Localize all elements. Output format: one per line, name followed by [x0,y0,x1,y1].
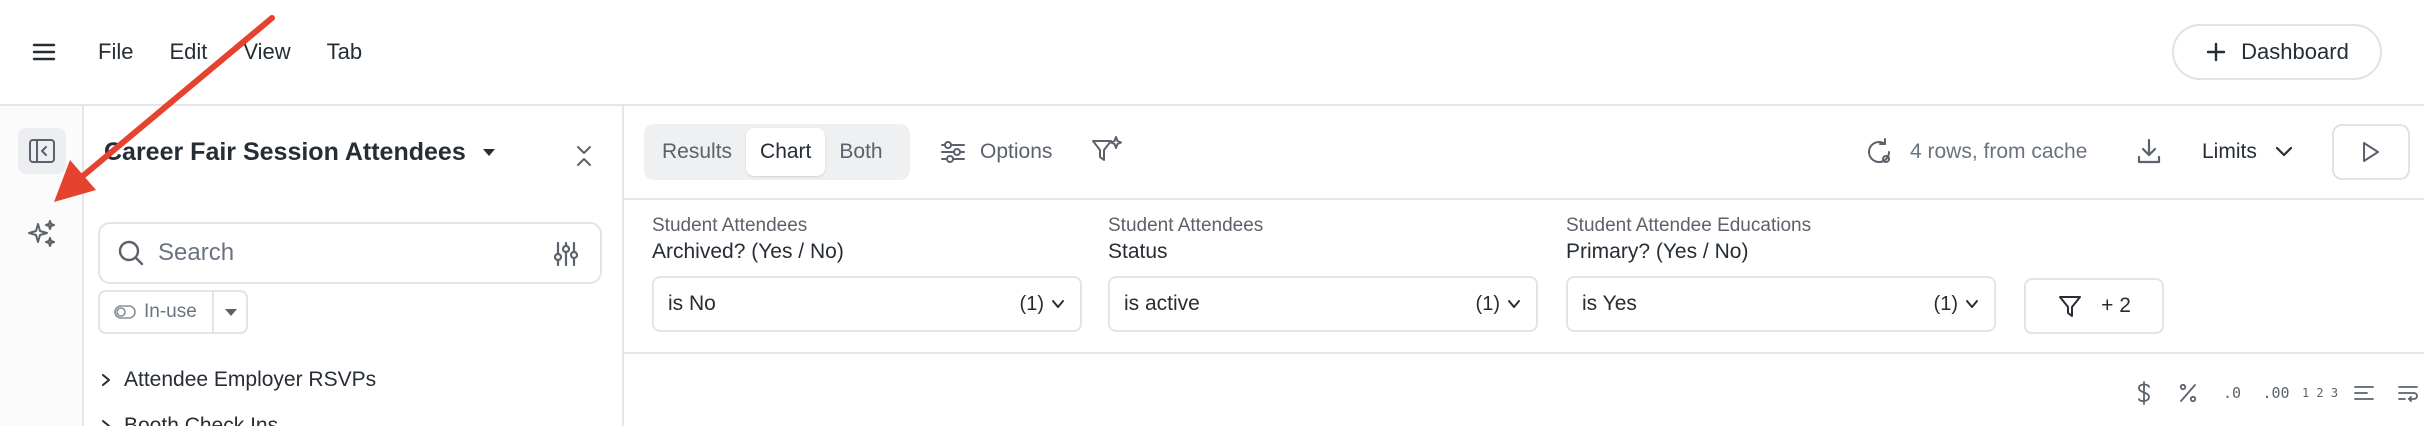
filter-value: is No [668,292,716,315]
filter-count: (1) [1475,292,1500,315]
tab-both[interactable]: Both [825,128,896,176]
filter-view-label: Student Attendees [1108,215,1264,236]
row-count-status: 4 rows, from cache [1864,128,2087,176]
ai-sparkle-icon[interactable] [22,214,62,254]
search-icon [116,238,146,268]
cache-icon [1864,137,1894,167]
filter-bar: Student Attendees Archived? (Yes / No) i… [624,200,2424,354]
more-filters-button[interactable]: + 2 [2024,278,2164,334]
sliders-icon [940,140,966,164]
percent-format-icon[interactable] [2166,376,2210,410]
in-use-label: In-use [144,301,197,322]
view-item-attendee-employer-rsvps[interactable]: Attendee Employer RSVPs [98,368,376,392]
main-panel: Results Chart Both Options 4 rows, from … [624,106,2424,426]
chevron-down-icon [1506,296,1522,312]
run-query-button[interactable] [2332,124,2410,180]
play-icon [2361,141,2381,163]
filter-view-label: Student Attendee Educations [1566,215,1812,236]
chevron-right-icon [98,372,114,388]
decrease-decimals-label: .0 [2222,384,2242,402]
top-menubar: File Edit View Tab Dashboard [0,0,2424,106]
download-icon[interactable] [2134,136,2164,166]
filter-value-dropdown[interactable]: is active (1) [1108,276,1538,332]
caret-down-icon [482,148,496,158]
explore-title: Career Fair Session Attendees [104,138,466,166]
increase-decimals-label: .00 [2262,384,2290,402]
filter-status: Student Attendees Status is active (1) [1108,214,1538,332]
increase-decimals-icon[interactable]: .00 [2254,376,2298,410]
in-use-toggle[interactable]: In-use [98,290,248,334]
view-item-label: Attendee Employer RSVPs [124,368,377,391]
tab-results[interactable]: Results [648,128,746,176]
filter-archived: Student Attendees Archived? (Yes / No) i… [652,214,1082,332]
dashboard-label: Dashboard [2241,39,2349,64]
field-picker-sidebar: Career Fair Session Attendees In-use Att… [84,106,624,426]
left-rail [0,106,84,426]
search-input[interactable] [158,239,538,267]
filter-value-dropdown[interactable]: is No (1) [652,276,1082,332]
view-item-booth-check-ins[interactable]: Booth Check Ins [98,414,278,426]
add-dashboard-button[interactable]: Dashboard [2172,24,2382,80]
menu-tab[interactable]: Tab [327,34,362,70]
filter-count: (1) [1933,292,1958,315]
toggle-pill-icon [114,305,136,319]
plus-icon [2205,41,2227,63]
options-button[interactable]: Options [940,128,1052,176]
ai-filter-icon[interactable] [1090,134,1124,168]
number-format-label: 1 2 3 [2301,386,2339,400]
options-label: Options [980,140,1053,163]
view-mode-segmented-control: Results Chart Both [644,124,910,180]
tab-chart[interactable]: Chart [746,128,826,176]
field-search-box [98,222,602,284]
menu-bar: File Edit View Tab [98,34,362,70]
row-count-label: 4 rows, from cache [1910,140,2088,163]
wrap-text-icon[interactable] [2386,376,2424,410]
chevron-right-icon [98,418,114,426]
filter-value: is active [1124,292,1200,315]
currency-format-icon[interactable] [2122,376,2166,410]
menu-file[interactable]: File [98,34,133,70]
toggle-sidebar-icon[interactable] [18,128,66,174]
filter-field-label: Primary? (Yes / No) [1566,240,1749,263]
divider [212,292,214,332]
hamburger-menu-icon[interactable] [24,36,64,68]
filter-field-label: Status [1108,240,1168,263]
filter-field-label: Archived? (Yes / No) [652,240,844,263]
filter-primary: Student Attendee Educations Primary? (Ye… [1566,214,1996,332]
align-icon[interactable] [2342,376,2386,410]
number-format-icon[interactable]: 1 2 3 [2298,376,2342,410]
filter-funnel-icon [2057,293,2083,319]
limits-dropdown[interactable]: Limits [2202,128,2293,176]
explore-selector[interactable]: Career Fair Session Attendees [104,138,496,167]
filter-settings-icon[interactable] [552,240,580,268]
format-toolbar: .0 .00 1 2 3 [2122,376,2424,410]
collapse-all-icon[interactable] [568,140,600,172]
filter-value-dropdown[interactable]: is Yes (1) [1566,276,1996,332]
more-filters-label: + 2 [2101,294,2131,317]
decrease-decimals-icon[interactable]: .0 [2210,376,2254,410]
filter-count: (1) [1019,292,1044,315]
limits-label: Limits [2202,140,2257,163]
chevron-down-icon [1050,296,1066,312]
explore-toolbar: Results Chart Both Options 4 rows, from … [624,106,2424,200]
menu-edit[interactable]: Edit [169,34,207,70]
filter-view-label: Student Attendees [652,215,808,236]
menu-view[interactable]: View [243,34,290,70]
filter-value: is Yes [1582,292,1637,315]
chevron-down-icon[interactable] [218,304,244,322]
chevron-down-icon [2275,146,2293,158]
chevron-down-icon [1964,296,1980,312]
view-item-label: Booth Check Ins [124,414,279,426]
